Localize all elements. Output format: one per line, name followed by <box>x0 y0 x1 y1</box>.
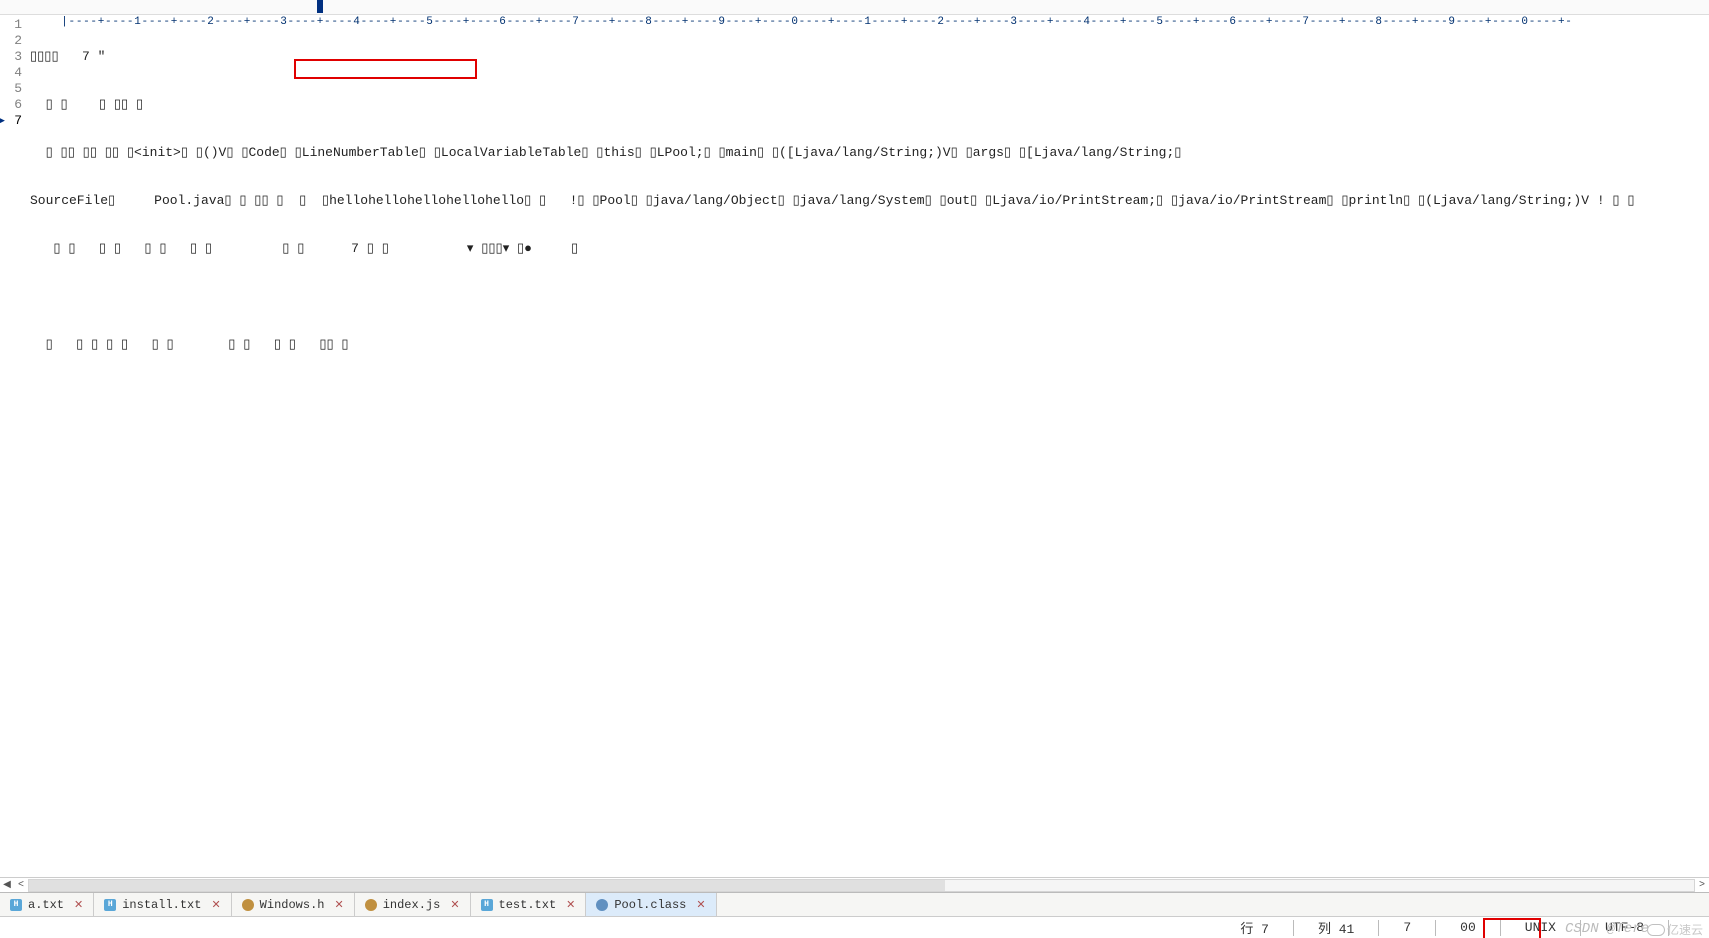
tab-label: Pool.class <box>614 898 686 912</box>
tab-windows-h[interactable]: Windows.h ✕ <box>232 893 355 916</box>
editor-area[interactable]: ▯▯▯▯ 7 " ▯ ▯ ▯ ▯▯ ▯ ▯ ▯▯ ▯▯ ▯▯ ▯<init>▯ … <box>30 15 1709 877</box>
status-column[interactable]: 列 41 <box>1318 918 1354 937</box>
horizontal-scrollbar[interactable]: ◀ < > <box>0 877 1709 892</box>
line-number[interactable]: 5 <box>0 81 22 97</box>
file-class-icon <box>596 899 608 911</box>
tab-test-txt[interactable]: test.txt ✕ <box>471 893 587 916</box>
line-number[interactable]: 4 <box>0 65 22 81</box>
file-h-icon <box>10 899 22 911</box>
separator <box>1293 920 1294 936</box>
file-h-icon <box>104 899 116 911</box>
file-js-icon <box>365 899 377 911</box>
code-row[interactable]: SourceFile▯ Pool.java▯ ▯ ▯▯ ▯ ▯ ▯hellohe… <box>30 193 1709 209</box>
scroll-begin-icon[interactable]: < <box>14 880 28 891</box>
app-root: |----+----1----+----2----+----3----+----… <box>0 0 1709 938</box>
tab-label: a.txt <box>28 898 64 912</box>
tab-pool-class[interactable]: Pool.class ✕ <box>586 893 716 916</box>
code-row[interactable]: ▯ ▯ ▯ ▯ ▯ ▯ ▯ ▯ ▯ ▯ ▯ ▯▯ ▯ <box>30 337 1709 353</box>
scroll-thumb[interactable] <box>29 880 945 891</box>
tab-label: index.js <box>383 898 441 912</box>
line-gutter: 1 2 3 4 5 6 7 <box>0 15 30 877</box>
code-row[interactable] <box>30 289 1709 305</box>
tab-index-js[interactable]: index.js ✕ <box>355 893 471 916</box>
line-number[interactable]: 2 <box>0 33 22 49</box>
separator <box>1378 920 1379 936</box>
watermark-cloud: 亿速云 <box>1647 921 1703 938</box>
code-row[interactable]: ▯ ▯ ▯ ▯▯ ▯ <box>30 97 1709 113</box>
line-number[interactable]: 1 <box>0 17 22 33</box>
tab-a-txt[interactable]: a.txt ✕ <box>0 893 94 916</box>
tab-label: install.txt <box>122 898 201 912</box>
status-line[interactable]: 行 7 <box>1240 918 1269 937</box>
status-ins[interactable]: 00 <box>1460 920 1476 935</box>
scroll-left-icon[interactable]: ◀ <box>0 879 14 891</box>
close-icon[interactable]: ✕ <box>450 898 459 912</box>
cloud-icon <box>1647 924 1665 936</box>
status-sel[interactable]: 7 <box>1403 920 1411 935</box>
close-icon[interactable]: ✕ <box>211 898 220 912</box>
separator <box>1500 920 1501 936</box>
status-eol[interactable]: UNIX <box>1525 920 1556 935</box>
tab-label: Windows.h <box>260 898 325 912</box>
status-bar: 行 7 列 41 7 00 UNIX UTF-8 CSDN @Tere 亿速云 <box>0 916 1709 938</box>
tab-install-txt[interactable]: install.txt ✕ <box>94 893 231 916</box>
line-number[interactable]: 3 <box>0 49 22 65</box>
code-row[interactable]: ▯ ▯ ▯ ▯ ▯ ▯ ▯ ▯ ▯ ▯ 7 ▯ ▯ ▾ ▯▯▯▾ ▯● ▯ <box>30 241 1709 257</box>
tab-label: test.txt <box>499 898 557 912</box>
line-number[interactable]: 6 <box>0 97 22 113</box>
file-c-icon <box>242 899 254 911</box>
file-h-icon <box>481 899 493 911</box>
close-icon[interactable]: ✕ <box>566 898 575 912</box>
close-icon[interactable]: ✕ <box>334 898 343 912</box>
scroll-track[interactable] <box>28 879 1695 892</box>
document-tabs: a.txt ✕ install.txt ✕ Windows.h ✕ index.… <box>0 892 1709 916</box>
close-icon[interactable]: ✕ <box>74 898 83 912</box>
close-icon[interactable]: ✕ <box>696 898 705 912</box>
separator <box>1435 920 1436 936</box>
scroll-right-icon[interactable]: > <box>1695 880 1709 891</box>
ruler-cursor-mark <box>317 0 323 13</box>
code-row[interactable]: ▯▯▯▯ 7 " <box>30 49 1709 65</box>
line-number-current[interactable]: 7 <box>0 113 22 129</box>
watermark-text: CSDN @Tere <box>1565 921 1649 937</box>
editor-wrap: 1 2 3 4 5 6 7 ▯▯▯▯ 7 " ▯ ▯ ▯ ▯▯ ▯ ▯ ▯▯ ▯… <box>0 15 1709 877</box>
code-row[interactable]: ▯ ▯▯ ▯▯ ▯▯ ▯<init>▯ ▯()V▯ ▯Code▯ ▯LineNu… <box>30 145 1709 161</box>
column-ruler: |----+----1----+----2----+----3----+----… <box>0 0 1709 15</box>
